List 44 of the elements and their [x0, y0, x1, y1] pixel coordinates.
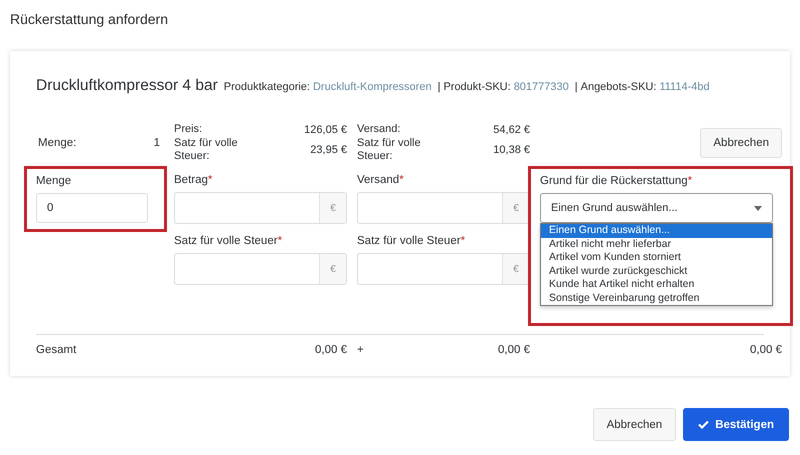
caret-icon — [754, 206, 762, 210]
meta-value: Druckluft-Kompressoren — [312, 81, 432, 93]
confirm-button[interactable]: Bestätigen — [683, 408, 789, 441]
summary-label: Menge: — [38, 137, 76, 149]
dropdown-option[interactable]: Artikel vom Kunden storniert — [541, 251, 772, 264]
summary-value: 1 — [154, 137, 160, 149]
product-name: Druckluftkompressor 4 bar — [36, 77, 218, 95]
summary-value: 10,38 € — [493, 144, 530, 156]
field-label: Menge — [36, 175, 72, 187]
field-label: Betrag* — [174, 174, 214, 186]
field-label: Versand* — [357, 174, 405, 186]
meta-label: Produktkategorie: — [224, 81, 310, 93]
cancel-button[interactable]: Abbrechen — [592, 408, 676, 441]
summary-value: 126,05 € — [304, 124, 347, 136]
summary-label: Versand: — [357, 123, 402, 136]
meta-value: 801777330 — [514, 81, 569, 93]
total-label: Gesamt — [36, 344, 78, 356]
dropdown-option[interactable]: Artikel wurde zurückgeschickt — [541, 264, 772, 278]
dialog-title: Rückerstattung anfordern — [9, 10, 169, 29]
summary-label: Satz für volle Steuer: — [174, 137, 239, 163]
reason-dropdown[interactable]: Einen Grund auswählen... — [540, 193, 773, 223]
dropdown-option[interactable]: Einen Grund auswählen... — [541, 224, 772, 238]
separator: | — [574, 81, 578, 93]
total-value: 0,00 € — [314, 344, 347, 356]
operator: + — [357, 344, 364, 356]
total-value: 0,00 € — [749, 344, 783, 356]
field-label: Satz für volle Steuer* — [174, 235, 284, 247]
meta-label: Angebots-SKU: — [580, 81, 656, 93]
quantity-field[interactable]: 0 — [36, 193, 148, 223]
field-label: Grund für die Rückerstattung* — [540, 175, 694, 187]
dropdown-option[interactable]: Artikel nicht mehr lieferbar — [541, 238, 772, 251]
meta-label: Produkt-SKU: — [443, 81, 511, 93]
meta-value: 11114-4bd — [659, 81, 710, 93]
dropdown-option[interactable]: Kunde hat Artikel nicht erhalten — [541, 278, 772, 292]
summary-label: Satz für volle Steuer: — [357, 137, 422, 163]
separator: | — [438, 81, 440, 93]
summary-label: Preis: — [174, 123, 204, 136]
checkmark-icon — [698, 420, 710, 429]
summary-value: 23,95 € — [309, 144, 347, 156]
total-value: 0,00 € — [498, 344, 530, 356]
field-label: Satz für volle Steuer* — [357, 235, 466, 247]
dropdown-option[interactable]: Sonstige Vereinbarung getroffen — [541, 292, 772, 305]
summary-value: 54,62 € — [493, 124, 530, 136]
cancel-button[interactable]: Abbrechen — [700, 128, 782, 158]
